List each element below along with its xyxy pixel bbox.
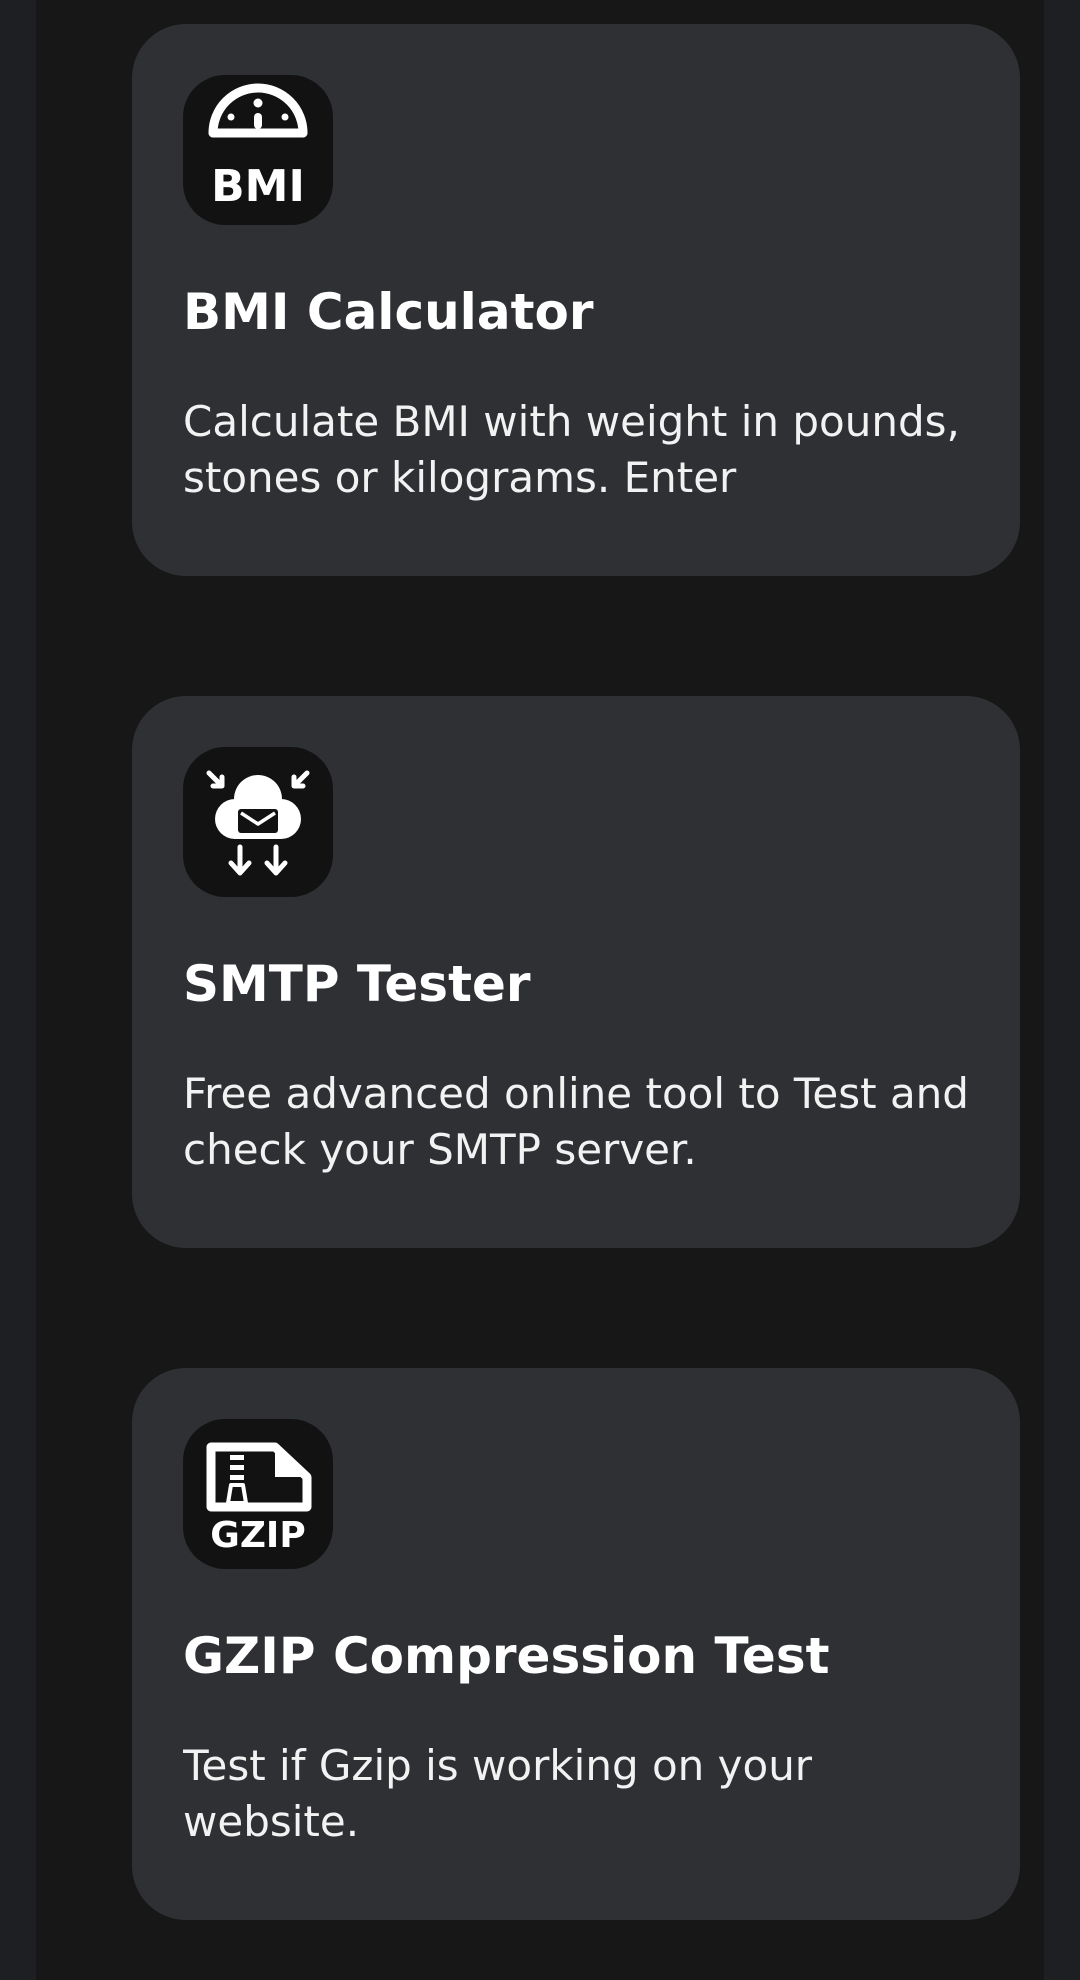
bmi-icon-text: BMI [211, 161, 305, 212]
bmi-gauge-icon: BMI [183, 75, 333, 225]
tool-card-gzip-compression-test[interactable]: GZIP GZIP Compression Test Test if Gzip … [132, 1368, 1020, 1920]
card-title[interactable]: GZIP Compression Test [183, 1626, 830, 1686]
content-column: BMI BMI Calculator Calculate BMI with we… [36, 0, 1044, 1980]
card-title[interactable]: BMI Calculator [183, 282, 593, 342]
smtp-mail-cloud-icon [183, 747, 333, 897]
gzip-icon-text: GZIP [210, 1515, 305, 1556]
card-description: Free advanced online tool to Test and ch… [183, 1069, 969, 1174]
gzip-zipped-file-icon: GZIP [183, 1419, 333, 1569]
tool-card-bmi-calculator[interactable]: BMI BMI Calculator Calculate BMI with we… [132, 24, 1020, 576]
card-description: Test if Gzip is working on your website. [183, 1741, 813, 1846]
tool-card-smtp-tester[interactable]: SMTP Tester Free advanced online tool to… [132, 696, 1020, 1248]
card-description: Calculate BMI with weight in pounds, sto… [183, 397, 960, 502]
card-title[interactable]: SMTP Tester [183, 954, 531, 1014]
